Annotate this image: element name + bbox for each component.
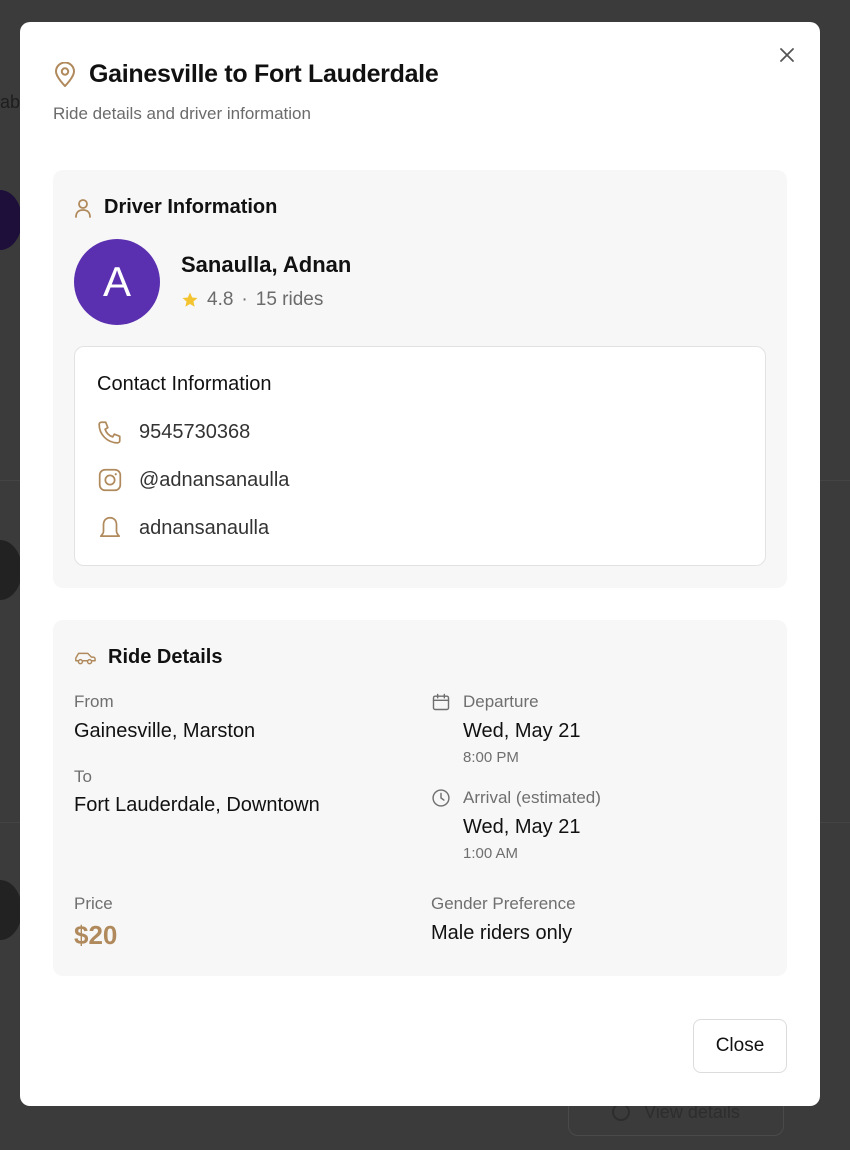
- arrival-label-row: Arrival (estimated): [431, 788, 601, 808]
- map-pin-icon: [55, 61, 75, 87]
- close-icon: [780, 48, 794, 62]
- ride-details-card: Ride Details From Gainesville, Marston T…: [53, 620, 787, 976]
- ride-section-title: Ride Details: [108, 646, 223, 668]
- instagram-icon: [98, 468, 122, 492]
- contact-phone[interactable]: 9545730368: [139, 421, 250, 444]
- star-icon: [182, 292, 198, 307]
- contact-snapchat[interactable]: adnansanaulla: [139, 517, 269, 540]
- to-value: Fort Lauderdale, Downtown: [74, 794, 320, 816]
- arrival-label: Arrival (estimated): [463, 788, 601, 807]
- from-value: Gainesville, Marston: [74, 720, 256, 742]
- gender-preference-value: Male riders only: [431, 922, 573, 944]
- departure-label-row: Departure: [431, 692, 539, 712]
- departure-time: 8:00 PM: [463, 749, 519, 766]
- gender-preference-label: Gender Preference: [431, 894, 576, 913]
- rating-separator: ·: [241, 289, 248, 310]
- dialog-header: Gainesville to Fort Lauderdale: [53, 60, 439, 89]
- rating-value: 4.8: [207, 289, 234, 310]
- driver-name: Sanaulla, Adnan: [181, 252, 352, 277]
- price-label: Price: [74, 894, 113, 913]
- driver-section-header: Driver Information: [74, 196, 277, 219]
- contact-snapchat-row: adnansanaulla: [97, 515, 269, 541]
- arrival-date: Wed, May 21: [463, 816, 581, 838]
- contact-information-box: Contact Information 9545730368 @adnansan…: [74, 346, 766, 566]
- car-icon: [75, 652, 96, 664]
- driver-avatar: A: [74, 239, 160, 325]
- departure-label: Departure: [463, 692, 539, 711]
- contact-instagram[interactable]: @adnansanaulla: [139, 469, 289, 492]
- dialog-subtitle: Ride details and driver information: [53, 104, 311, 123]
- driver-rating: 4.8 · 15 rides: [181, 289, 323, 311]
- from-label: From: [74, 692, 114, 711]
- driver-information-card: Driver Information A Sanaulla, Adnan 4.8…: [53, 170, 787, 588]
- phone-icon: [98, 421, 121, 444]
- to-label: To: [74, 767, 92, 786]
- close-button[interactable]: Close: [693, 1019, 787, 1073]
- background-avatar: [0, 190, 22, 250]
- snapchat-icon: [99, 516, 121, 537]
- clock-icon: [432, 789, 450, 807]
- ride-section-header: Ride Details: [74, 646, 222, 669]
- contact-instagram-row: @adnansanaulla: [97, 467, 289, 493]
- calendar-icon: [432, 693, 450, 711]
- close-dialog-button[interactable]: [776, 44, 798, 66]
- ride-count: 15 rides: [255, 289, 324, 310]
- user-icon: [75, 198, 91, 218]
- ride-details-dialog: Gainesville to Fort Lauderdale Ride deta…: [20, 22, 820, 1106]
- dialog-title: Gainesville to Fort Lauderdale: [89, 60, 439, 88]
- background-avatar: [0, 540, 22, 600]
- arrival-time: 1:00 AM: [463, 845, 519, 862]
- driver-section-title: Driver Information: [104, 196, 278, 218]
- contact-title: Contact Information: [97, 373, 272, 395]
- departure-date: Wed, May 21: [463, 720, 581, 742]
- background-avatar: [0, 880, 22, 940]
- price-value: $20: [74, 920, 118, 950]
- contact-phone-row: 9545730368: [97, 419, 250, 445]
